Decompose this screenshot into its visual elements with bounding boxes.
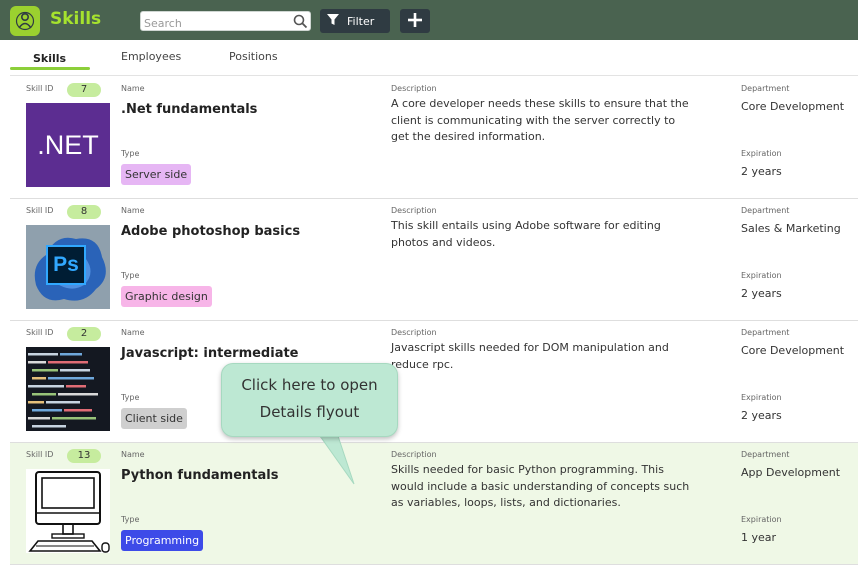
skill-name: Javascript: intermediate — [121, 346, 299, 361]
department-label: Department — [741, 450, 790, 459]
skill-description: Skills needed for basic Python programmi… — [391, 463, 690, 509]
skill-id-badge: 13 — [67, 449, 101, 463]
name-label: Name — [121, 84, 145, 93]
expiration-label: Expiration — [741, 393, 782, 402]
department-label: Department — [741, 328, 790, 337]
skills-logo-icon[interactable] — [10, 6, 40, 36]
name-label: Name — [121, 328, 145, 337]
description-label: Description — [391, 206, 437, 215]
skill-row[interactable]: Skill ID 8 Ps Name Adobe photoshop basic… — [10, 199, 858, 321]
expiration-label: Expiration — [741, 515, 782, 524]
page-title: Skills — [50, 9, 102, 29]
filter-label: Filter — [347, 14, 375, 28]
tab-bar: Skills Employees Positions — [0, 40, 858, 74]
type-badge: Graphic design — [121, 286, 212, 307]
search-icon[interactable] — [293, 14, 308, 33]
add-skill-button[interactable] — [400, 9, 430, 33]
skill-row-selected[interactable]: Skill ID 13 Name Python fundamentals Typ… — [10, 443, 858, 565]
skill-name: Python fundamentals — [121, 468, 279, 483]
skill-department: Core Development — [741, 100, 845, 113]
expiration-label: Expiration — [741, 271, 782, 280]
filter-icon — [327, 13, 339, 29]
filter-button[interactable]: Filter — [320, 9, 390, 33]
skill-expiration: 1 year — [741, 531, 777, 544]
type-label: Type — [121, 271, 140, 280]
department-label: Department — [741, 84, 790, 93]
skill-id-label: Skill ID — [26, 450, 54, 459]
type-badge: Programming — [121, 530, 204, 551]
callout-line-2: Details flyout — [259, 403, 360, 421]
javascript-code-thumbnail — [26, 347, 110, 431]
skill-name: Adobe photoshop basics — [121, 224, 301, 239]
tab-positions[interactable]: Positions — [229, 50, 278, 63]
tooltip-pointer — [319, 436, 355, 485]
active-tab-indicator — [10, 67, 90, 70]
tab-employees[interactable]: Employees — [121, 50, 181, 63]
python-computer-thumbnail — [26, 469, 110, 553]
skill-row[interactable]: Skill ID 2 Name Javascript: intermediate… — [10, 321, 858, 443]
expiration-label: Expiration — [741, 149, 782, 158]
search-input[interactable] — [141, 14, 291, 33]
plus-icon — [408, 12, 422, 31]
name-label: Name — [121, 450, 145, 459]
code-lines-icon — [26, 347, 110, 431]
dotnet-thumbnail: .NET — [26, 103, 110, 187]
skill-department: Sales & Marketing — [741, 222, 841, 235]
search-box[interactable] — [140, 11, 311, 33]
app-header: Skills Filter — [0, 0, 858, 40]
description-label: Description — [391, 450, 437, 459]
skill-expiration: 2 years — [741, 287, 782, 300]
skill-description: Javascript skills needed for DOM manipul… — [391, 341, 669, 371]
skill-id-badge: 8 — [67, 205, 101, 219]
description-label: Description — [391, 84, 437, 93]
type-label: Type — [121, 515, 140, 524]
type-label: Type — [121, 149, 140, 158]
skill-description: A core developer needs these skills to e… — [391, 97, 689, 143]
desktop-computer-icon — [26, 469, 110, 553]
skill-id-label: Skill ID — [26, 328, 54, 337]
skill-department: Core Development — [741, 344, 845, 357]
details-flyout-hint-callout: Click here to open Details flyout — [221, 363, 398, 437]
skill-row[interactable]: Skill ID 7 .NET Name .Net fundamentals T… — [10, 77, 858, 199]
name-label: Name — [121, 206, 145, 215]
photoshop-logo-text: Ps — [53, 253, 79, 276]
description-label: Description — [391, 328, 437, 337]
skill-id-badge: 2 — [67, 327, 101, 341]
type-badge: Server side — [121, 164, 192, 185]
type-badge: Client side — [121, 408, 187, 429]
tabs-divider — [10, 75, 858, 76]
skill-id-label: Skill ID — [26, 84, 54, 93]
callout-line-1: Click here to open — [241, 376, 378, 394]
skill-id-badge: 7 — [67, 83, 101, 97]
photoshop-thumbnail: Ps — [26, 225, 110, 309]
skill-name: .Net fundamentals — [121, 102, 258, 117]
skill-description: This skill entails using Adobe software … — [391, 219, 661, 249]
department-label: Department — [741, 206, 790, 215]
skill-expiration: 2 years — [741, 409, 782, 422]
type-label: Type — [121, 393, 140, 402]
skill-id-label: Skill ID — [26, 206, 54, 215]
tab-skills[interactable]: Skills — [33, 52, 66, 65]
dotnet-logo-text: .NET — [37, 130, 99, 160]
skill-department: App Development — [741, 466, 841, 479]
skill-expiration: 2 years — [741, 165, 782, 178]
